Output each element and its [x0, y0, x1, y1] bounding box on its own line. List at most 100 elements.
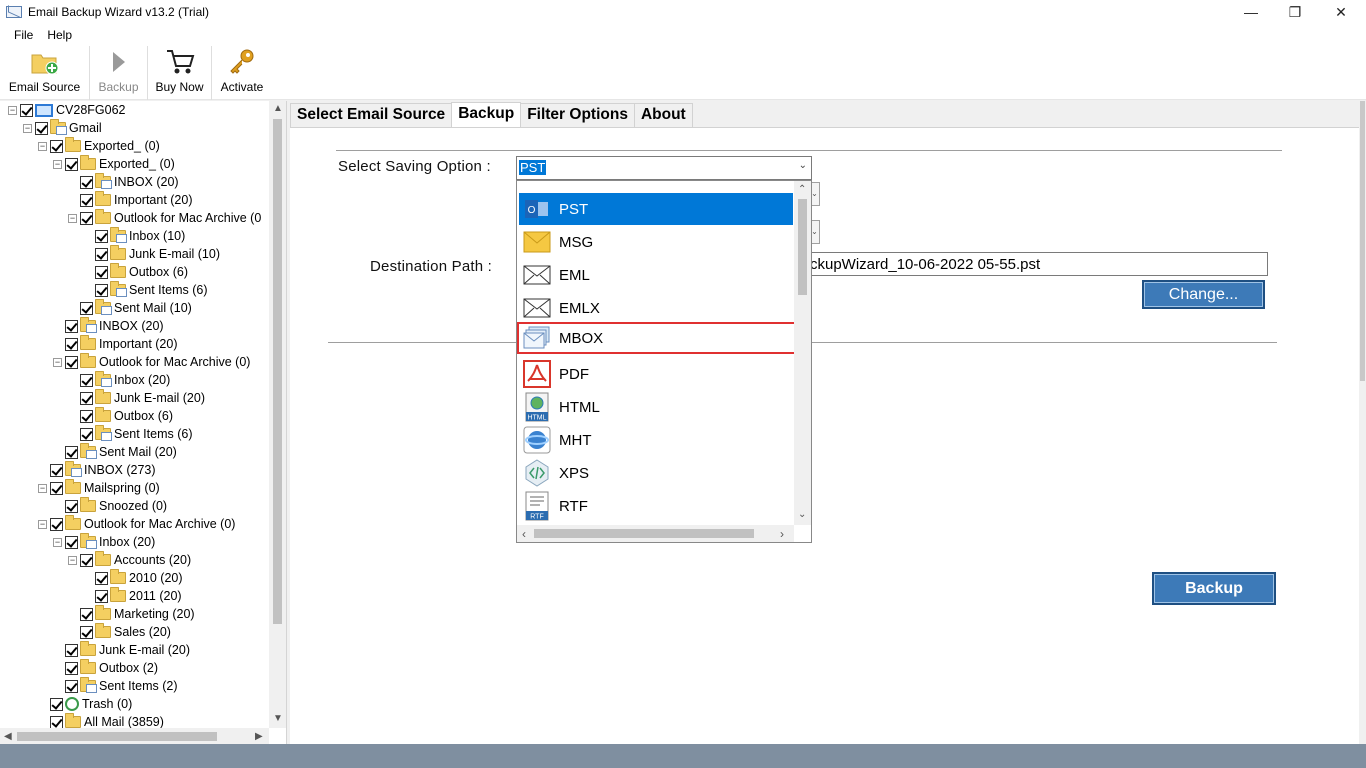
tree-item[interactable]: Inbox (20) [68, 371, 170, 389]
tree-checkbox[interactable] [95, 283, 108, 297]
scroll-left-icon[interactable]: ◀ [4, 731, 12, 742]
tree-checkbox[interactable] [65, 499, 78, 513]
tree-checkbox[interactable] [65, 445, 78, 459]
tree-item[interactable]: Sent Items (6) [83, 281, 208, 299]
tree-item[interactable]: 2011 (20) [83, 587, 182, 605]
tree-checkbox[interactable] [65, 535, 78, 549]
tree-checkbox[interactable] [95, 589, 108, 603]
tree-checkbox[interactable] [80, 391, 93, 405]
close-button[interactable]: ✕ [1318, 0, 1364, 24]
dropdown-vertical-scroll-thumb[interactable] [798, 199, 807, 295]
tree-item[interactable]: − Outlook for Mac Archive (0) [53, 353, 250, 371]
dropdown-horizontal-scrollbar[interactable]: ‹ › [517, 525, 794, 542]
collapse-toggle-icon[interactable]: − [38, 141, 47, 151]
tree-item[interactable]: Outbox (6) [83, 263, 188, 281]
tree-checkbox[interactable] [95, 229, 108, 243]
main-vertical-scroll-thumb[interactable] [1360, 101, 1365, 381]
tree-checkbox[interactable] [65, 319, 78, 333]
tab-about[interactable]: About [633, 103, 693, 127]
dropdown-option-mbox[interactable]: MBOX [517, 322, 801, 354]
collapse-toggle-icon[interactable]: − [68, 213, 77, 223]
tree-checkbox[interactable] [20, 103, 33, 117]
tree-item[interactable]: Snoozed (0) [53, 497, 167, 515]
tree-item[interactable]: − CV28FG062 [8, 101, 125, 119]
tree-item[interactable]: Junk E-mail (20) [53, 641, 190, 659]
tree-checkbox[interactable] [65, 661, 78, 675]
collapse-toggle-icon[interactable]: − [8, 105, 17, 115]
tree-checkbox[interactable] [80, 301, 93, 315]
tree-checkbox[interactable] [65, 643, 78, 657]
tree-checkbox[interactable] [80, 607, 93, 621]
tree-checkbox[interactable] [65, 679, 78, 693]
tree-checkbox[interactable] [50, 517, 63, 531]
tree-checkbox[interactable] [80, 427, 93, 441]
tree-checkbox[interactable] [50, 463, 63, 477]
tree-vertical-scrollbar[interactable]: ▲ ▼ [269, 101, 286, 728]
dropdown-vertical-scrollbar[interactable]: ⌃ ⌄ [794, 181, 811, 525]
tree-checkbox[interactable] [95, 265, 108, 279]
tree-item[interactable]: INBOX (273) [38, 461, 156, 479]
tree-item[interactable]: 2010 (20) [83, 569, 183, 587]
tree-item[interactable]: Sent Items (6) [68, 425, 193, 443]
tree-item[interactable]: Important (20) [53, 335, 178, 353]
tree-item[interactable]: Important (20) [68, 191, 193, 209]
dropdown-option-html[interactable]: HTML HTML [519, 391, 793, 423]
tree-item[interactable]: Outbox (2) [53, 659, 158, 677]
tree-checkbox[interactable] [50, 139, 63, 153]
scroll-down-icon[interactable]: ▼ [273, 713, 283, 724]
tree-item[interactable]: Marketing (20) [68, 605, 195, 623]
tree-checkbox[interactable] [95, 571, 108, 585]
tree-checkbox[interactable] [35, 121, 48, 135]
collapse-toggle-icon[interactable]: − [53, 159, 62, 169]
tab-select-email-source[interactable]: Select Email Source [290, 103, 453, 127]
dropdown-option-emlx[interactable]: EMLX [519, 292, 793, 324]
tree-item[interactable]: Sales (20) [68, 623, 171, 641]
tree-checkbox[interactable] [50, 715, 63, 729]
tree-checkbox[interactable] [80, 625, 93, 639]
tree-checkbox[interactable] [65, 355, 78, 369]
tree-checkbox[interactable] [50, 697, 63, 711]
tree-item[interactable]: Sent Mail (10) [68, 299, 192, 317]
tree-checkbox[interactable] [80, 553, 93, 567]
tree-checkbox[interactable] [50, 481, 63, 495]
collapse-toggle-icon[interactable]: − [53, 357, 62, 367]
tree-item[interactable]: INBOX (20) [68, 173, 179, 191]
buy-now-button[interactable]: Buy Now [148, 46, 212, 100]
change-button[interactable]: Change... [1142, 280, 1265, 309]
tree-item[interactable]: − Outlook for Mac Archive (0 [68, 209, 261, 227]
tree-item[interactable]: − Outlook for Mac Archive (0) [38, 515, 235, 533]
tree-checkbox[interactable] [80, 373, 93, 387]
saving-option-select[interactable]: PST ⌄ [516, 156, 812, 180]
maximize-button[interactable]: ❐ [1272, 0, 1318, 24]
tree-item[interactable]: − Mailspring (0) [38, 479, 160, 497]
backup-button[interactable]: Backup [1152, 572, 1276, 605]
tree-checkbox[interactable] [80, 409, 93, 423]
activate-button[interactable]: Activate [212, 46, 272, 100]
dropdown-horizontal-scroll-thumb[interactable] [534, 529, 754, 538]
tree-checkbox[interactable] [80, 175, 93, 189]
dropdown-option-eml[interactable]: EML [519, 259, 793, 291]
tree-item[interactable]: Outbox (6) [68, 407, 173, 425]
collapse-toggle-icon[interactable]: − [38, 519, 47, 529]
tree-item[interactable]: Trash (0) [38, 695, 132, 713]
tree-horizontal-scroll-thumb[interactable] [17, 732, 217, 741]
collapse-toggle-icon[interactable]: − [68, 555, 77, 565]
scroll-right-icon[interactable]: ▶ [255, 731, 263, 742]
email-source-button[interactable]: Email Source [0, 46, 90, 100]
tree-item[interactable]: − Inbox (20) [53, 533, 155, 551]
scroll-right-icon[interactable]: › [780, 527, 784, 541]
menu-help[interactable]: Help [43, 28, 82, 42]
tree-item[interactable]: Junk E-mail (10) [83, 245, 220, 263]
scroll-down-icon[interactable]: ⌄ [798, 509, 806, 520]
dropdown-option-rtf[interactable]: RTF RTF [519, 490, 793, 522]
scroll-up-icon[interactable]: ▲ [273, 103, 283, 114]
tree-checkbox[interactable] [95, 247, 108, 261]
dropdown-option-pdf[interactable]: PDF [519, 358, 793, 390]
backup-toolbar-button[interactable]: Backup [90, 46, 148, 100]
tree-vertical-scroll-thumb[interactable] [273, 119, 282, 624]
collapse-toggle-icon[interactable]: − [38, 483, 47, 493]
dropdown-option-mht[interactable]: MHT [519, 424, 793, 456]
tree-horizontal-scrollbar[interactable]: ◀ ▶ [0, 728, 269, 745]
main-vertical-scrollbar[interactable] [1359, 101, 1366, 746]
tree-item[interactable]: − Accounts (20) [68, 551, 191, 569]
